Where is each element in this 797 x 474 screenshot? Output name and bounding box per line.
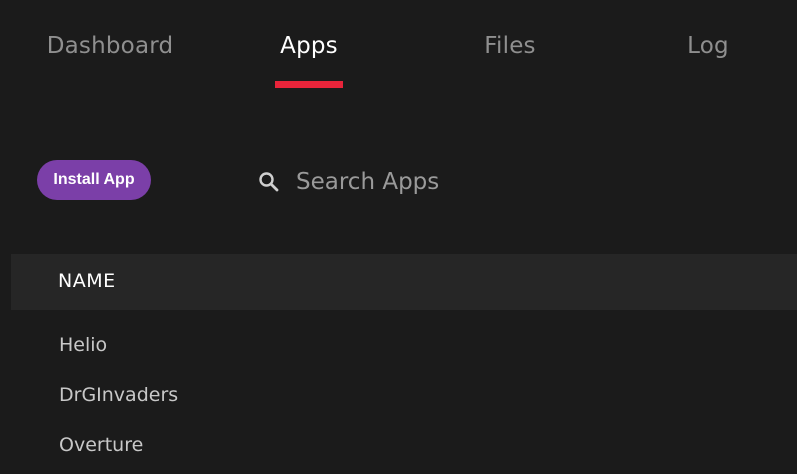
tab-files[interactable]: Files xyxy=(484,33,535,59)
table-row[interactable]: Overture xyxy=(11,422,797,472)
active-tab-indicator xyxy=(275,81,343,88)
tab-apps[interactable]: Apps xyxy=(280,33,338,59)
search-icon[interactable] xyxy=(256,169,282,195)
tab-log[interactable]: Log xyxy=(687,33,729,59)
column-header-name[interactable]: NAME xyxy=(58,270,116,292)
tab-dashboard[interactable]: Dashboard xyxy=(47,33,174,59)
search-input[interactable] xyxy=(296,169,676,195)
app-name: Overture xyxy=(59,434,144,456)
app-window: Dashboard Apps Files Log Install App NAM… xyxy=(0,0,797,474)
table-header: NAME xyxy=(11,254,797,310)
install-app-button[interactable]: Install App xyxy=(37,160,151,200)
table-row[interactable]: DrGInvaders xyxy=(11,372,797,422)
app-name: Helio xyxy=(59,334,108,356)
tab-bar: Dashboard Apps Files Log xyxy=(0,0,797,100)
table-row[interactable]: Helio xyxy=(11,322,797,372)
app-name: DrGInvaders xyxy=(59,384,179,406)
search-bar xyxy=(252,160,692,204)
